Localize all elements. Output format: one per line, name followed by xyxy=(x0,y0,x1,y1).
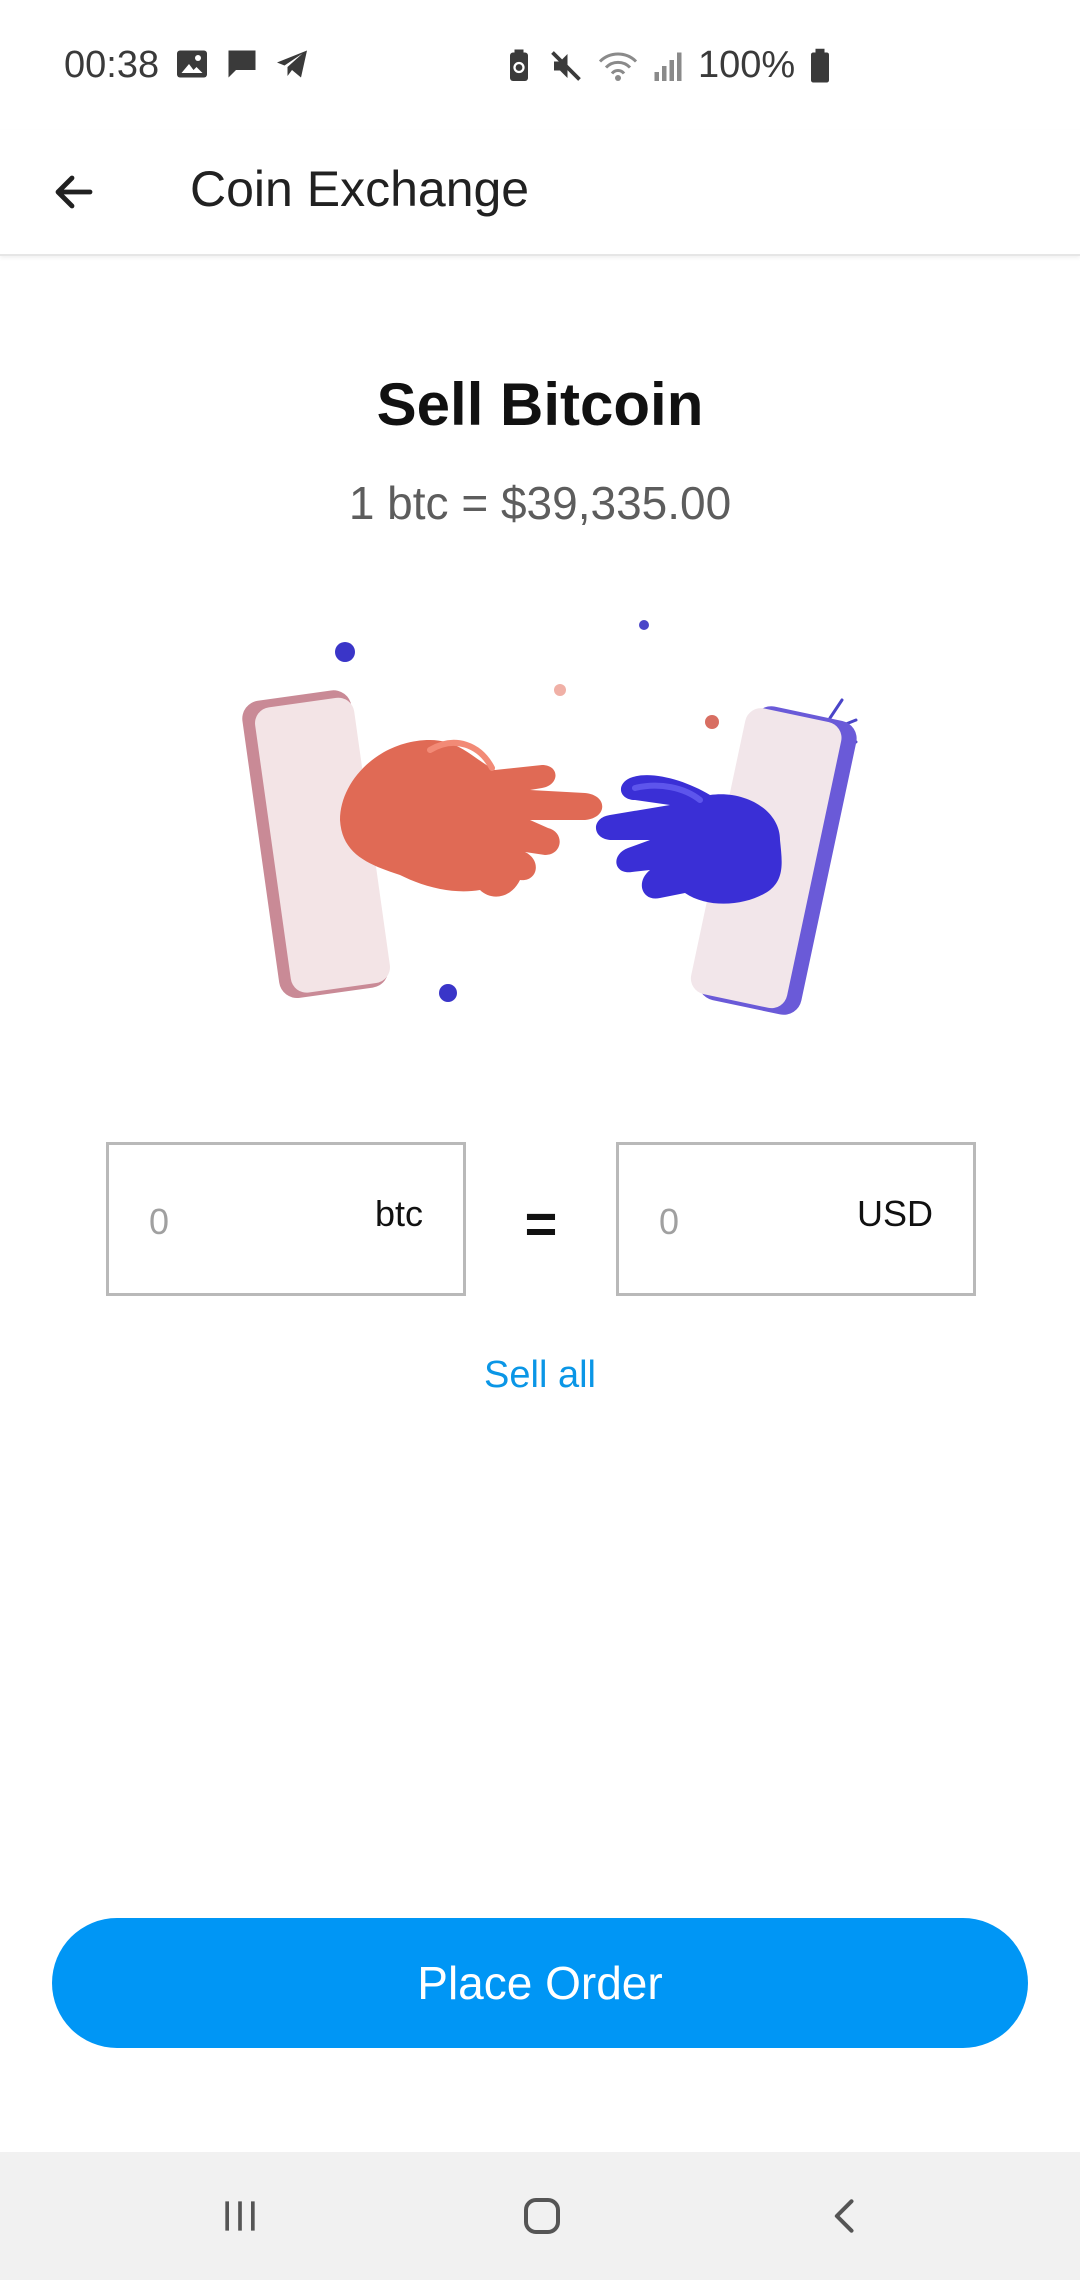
back-icon xyxy=(834,2199,854,2233)
battery-icon xyxy=(811,48,830,82)
mute-icon xyxy=(551,50,581,81)
usd-amount-field[interactable]: 0 USD xyxy=(616,1142,976,1296)
home-button[interactable] xyxy=(502,2180,582,2252)
arrow-back-icon xyxy=(55,175,93,209)
image-icon xyxy=(177,50,207,78)
home-icon xyxy=(524,2198,560,2234)
battery-saver-icon xyxy=(510,49,528,81)
nav-back-button[interactable] xyxy=(806,2180,886,2252)
page-title: Coin Exchange xyxy=(190,161,530,217)
back-button[interactable] xyxy=(36,154,112,230)
status-right: 100% xyxy=(504,44,831,87)
sell-heading: Sell Bitcoin xyxy=(376,371,704,438)
sell-all-link[interactable]: Sell all xyxy=(0,1354,1080,1397)
btc-unit-label: btc xyxy=(374,1193,423,1234)
handshake-phones-illustration xyxy=(242,620,858,1015)
app-bar: Coin Exchange xyxy=(0,130,1080,256)
battery-percent: 100% xyxy=(698,44,796,86)
status-time: 00:38 xyxy=(64,44,160,86)
recent-apps-button[interactable] xyxy=(200,2180,280,2252)
status-bar: 00:38 100% xyxy=(0,0,1080,130)
btc-amount-field[interactable]: 0 btc xyxy=(106,1142,466,1296)
usd-unit-label: USD xyxy=(856,1193,933,1234)
signal-icon xyxy=(654,52,682,81)
status-left-icons xyxy=(174,46,310,82)
place-order-button[interactable]: Place Order xyxy=(52,1918,1028,2048)
system-nav-bar xyxy=(0,2152,1080,2280)
btc-amount-value[interactable]: 0 xyxy=(149,1201,169,1243)
usd-amount-value[interactable]: 0 xyxy=(659,1201,679,1243)
wifi-icon xyxy=(598,52,638,81)
exchange-rate: 1 btc = $39,335.00 xyxy=(348,477,732,529)
recent-apps-icon xyxy=(225,2201,255,2231)
equals-sign: = xyxy=(524,1192,558,1255)
telegram-icon xyxy=(277,50,307,78)
chat-icon xyxy=(228,50,256,78)
